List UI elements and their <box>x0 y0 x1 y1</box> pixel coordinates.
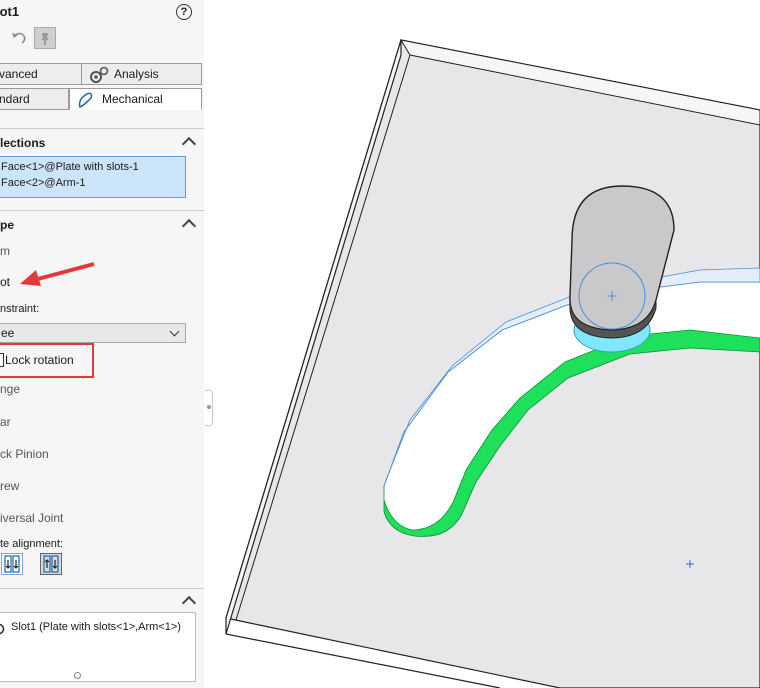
constraint-dropdown[interactable]: ee <box>0 323 186 343</box>
graphics-area[interactable] <box>213 0 760 688</box>
mate-option-rack-pinion[interactable]: ck Pinion <box>0 447 49 461</box>
chevron-up-icon[interactable] <box>181 136 197 152</box>
selections-header[interactable]: lections <box>0 132 204 154</box>
divider <box>0 210 204 211</box>
constraint-dropdown-value: ee <box>1 326 15 340</box>
mate-alignment-label: te alignment: <box>0 538 63 550</box>
tab-analysis-label: Analysis <box>114 67 159 81</box>
selections-list[interactable]: Face<1>@Plate with slots-1 Face<2>@Arm-1 <box>0 156 186 198</box>
aligned-icon[interactable] <box>1 553 23 575</box>
tab-mechanical-label: Mechanical <box>102 92 163 106</box>
type-option-slot[interactable]: ot <box>0 275 10 289</box>
mate-slot-icon <box>0 623 5 635</box>
selection-item[interactable]: Face<2>@Arm-1 <box>1 177 86 189</box>
tab-standard-label: ndard <box>0 92 30 106</box>
mate-option-gear[interactable]: ar <box>0 415 11 429</box>
mate-item[interactable]: Slot1 (Plate with slots<1>,Arm<1>) <box>11 621 181 633</box>
divider <box>0 588 204 589</box>
mates-list[interactable]: Slot1 (Plate with slots<1>,Arm<1>) <box>0 612 196 682</box>
tab-analysis[interactable]: Analysis <box>81 63 202 85</box>
mates-header[interactable] <box>0 591 204 613</box>
help-icon[interactable]: ? <box>176 4 192 20</box>
selections-header-label: lections <box>0 136 46 150</box>
type-header-label: pe <box>0 218 15 232</box>
type-header[interactable]: pe <box>0 214 204 236</box>
divider <box>0 128 204 129</box>
mate-option-universal-joint[interactable]: iversal Joint <box>0 511 63 525</box>
anti-aligned-icon[interactable] <box>40 553 62 575</box>
red-arrow-annotation <box>20 262 95 286</box>
constraint-label: nstraint: <box>0 303 40 315</box>
lock-rotation-checkbox[interactable] <box>0 353 4 367</box>
property-manager: lot1 ? vanced Analysis ndard Mechanical … <box>0 0 205 688</box>
tab-advanced-label: vanced <box>0 67 38 81</box>
tab-advanced[interactable]: vanced <box>0 63 82 85</box>
panel-title: lot1 <box>0 4 20 19</box>
type-option-cam[interactable]: m <box>0 244 10 258</box>
mate-option-hinge[interactable]: nge <box>0 382 20 396</box>
lock-rotation-label[interactable]: Lock rotation <box>5 353 74 367</box>
panel-splitter[interactable] <box>204 0 213 688</box>
tab-standard[interactable]: ndard <box>0 88 69 110</box>
mate-option-screw[interactable]: rew <box>0 479 19 493</box>
chevron-up-icon[interactable] <box>181 218 197 234</box>
selection-item[interactable]: Face<1>@Plate with slots-1 <box>1 161 139 173</box>
tab-mechanical[interactable]: Mechanical <box>69 88 202 110</box>
chevron-up-icon[interactable] <box>181 595 197 611</box>
gears-icon <box>90 66 109 83</box>
undo-icon[interactable] <box>10 30 28 46</box>
list-resize-handle[interactable] <box>74 672 81 679</box>
panel-collapse-handle[interactable] <box>205 390 213 426</box>
chevron-down-icon <box>169 326 180 337</box>
mechanical-icon <box>78 92 93 109</box>
pin-icon[interactable] <box>34 27 56 49</box>
